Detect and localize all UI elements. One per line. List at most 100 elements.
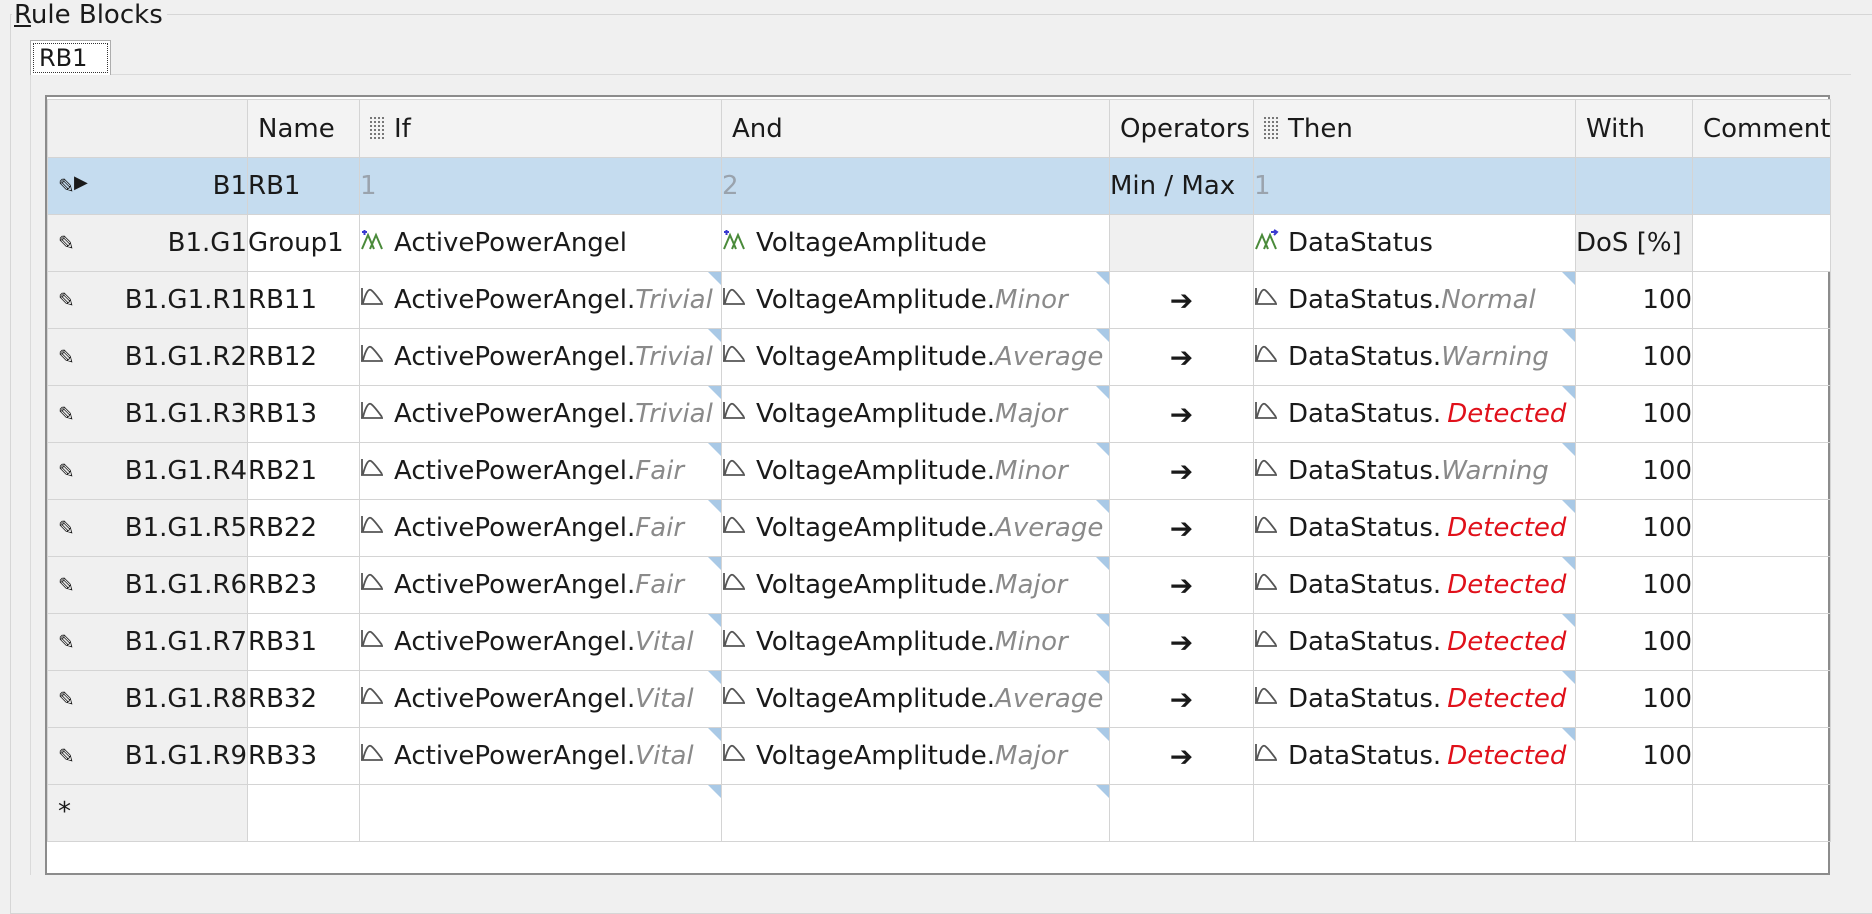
if-cell[interactable]: ActivePowerAngel.Trivial <box>359 271 722 329</box>
block-row[interactable]: ✎ ▶ B1 RB1 1 2 Min / Max 1 <box>47 157 1832 215</box>
rule-row[interactable]: ✎ B1.G1.R3 RB13 ActivePowerAngel.Trivial Vol… <box>47 385 1832 443</box>
row-id-cell[interactable]: * <box>47 784 248 842</box>
comment-cell[interactable] <box>1691 271 1832 329</box>
header-comment[interactable]: Comment <box>1691 99 1832 158</box>
header-if[interactable]: If <box>359 99 722 158</box>
with-cell[interactable]: 100 <box>1575 328 1693 386</box>
with-cell[interactable]: DoS [%] <box>1575 214 1693 272</box>
name-cell[interactable]: RB13 <box>247 385 360 443</box>
rule-row[interactable]: ✎ B1.G1.R2 RB12 ActivePowerAngel.Trivial Vol… <box>47 328 1832 386</box>
operators-cell[interactable]: ➔ <box>1109 556 1254 614</box>
rule-row[interactable]: ✎ B1.G1.R8 RB32 ActivePowerAngel.Vital Volta… <box>47 670 1832 728</box>
comment-cell[interactable] <box>1691 328 1832 386</box>
operators-cell[interactable]: ➔ <box>1109 328 1254 386</box>
operators-cell[interactable]: ➔ <box>1109 727 1254 785</box>
and-cell[interactable]: 2 <box>721 157 1110 215</box>
and-cell[interactable]: VoltageAmplitude.Minor <box>721 271 1110 329</box>
new-rule-row[interactable]: * <box>47 784 1832 842</box>
if-cell[interactable]: ActivePowerAngel.Fair <box>359 442 722 500</box>
header-then[interactable]: Then <box>1253 99 1576 158</box>
if-cell[interactable] <box>359 784 722 842</box>
with-cell[interactable]: 100 <box>1575 613 1693 671</box>
rule-row[interactable]: ✎ B1.G1.R9 RB33 ActivePowerAngel.Vital Volta… <box>47 727 1832 785</box>
name-cell[interactable]: RB11 <box>247 271 360 329</box>
and-cell[interactable]: VoltageAmplitude.Minor <box>721 613 1110 671</box>
operators-cell[interactable]: ➔ <box>1109 271 1254 329</box>
row-id-cell[interactable]: ✎ B1.G1.R5 <box>47 499 248 557</box>
operators-cell[interactable]: ➔ <box>1109 442 1254 500</box>
name-cell[interactable]: RB1 <box>247 157 360 215</box>
operators-cell[interactable]: Min / Max <box>1109 157 1254 215</box>
then-cell[interactable]: DataStatus. Detected <box>1253 613 1576 671</box>
comment-cell[interactable] <box>1691 157 1832 215</box>
then-cell[interactable]: 1 <box>1253 157 1576 215</box>
header-and[interactable]: And <box>721 99 1110 158</box>
and-cell[interactable]: VoltageAmplitude.Average <box>721 328 1110 386</box>
operators-cell[interactable] <box>1109 214 1254 272</box>
comment-cell[interactable] <box>1691 556 1832 614</box>
rule-row[interactable]: ✎ B1.G1.R6 RB23 ActivePowerAngel.Fair Voltag… <box>47 556 1832 614</box>
operators-cell[interactable]: ➔ <box>1109 613 1254 671</box>
then-cell[interactable] <box>1253 784 1576 842</box>
if-cell[interactable]: ActivePowerAngel.Trivial <box>359 328 722 386</box>
then-cell[interactable]: DataStatus.Warning <box>1253 328 1576 386</box>
name-cell[interactable]: RB21 <box>247 442 360 500</box>
rule-row[interactable]: ✎ B1.G1.R7 RB31 ActivePowerAngel.Vital Volta… <box>47 613 1832 671</box>
if-cell[interactable]: ActivePowerAngel.Trivial <box>359 385 722 443</box>
comment-cell[interactable] <box>1691 784 1832 842</box>
if-cell[interactable]: ActivePowerAngel.Fair <box>359 499 722 557</box>
comment-cell[interactable] <box>1691 442 1832 500</box>
and-cell[interactable]: VoltageAmplitude.Major <box>721 727 1110 785</box>
if-cell[interactable]: 1 <box>359 157 722 215</box>
name-cell[interactable]: RB12 <box>247 328 360 386</box>
and-cell[interactable]: VoltageAmplitude.Average <box>721 499 1110 557</box>
with-cell[interactable]: 100 <box>1575 727 1693 785</box>
and-cell[interactable]: VoltageAmplitude.Major <box>721 556 1110 614</box>
then-cell[interactable]: DataStatus.Normal <box>1253 271 1576 329</box>
row-id-cell[interactable]: ✎ B1.G1.R4 <box>47 442 248 500</box>
row-id-cell[interactable]: ✎ B1.G1.R6 <box>47 556 248 614</box>
name-cell[interactable]: Group1 <box>247 214 360 272</box>
tab-rb1[interactable]: RB1 <box>30 40 111 75</box>
rule-row[interactable]: ✎ B1.G1.R4 RB21 ActivePowerAngel.Fair Voltag… <box>47 442 1832 500</box>
row-id-cell[interactable]: ✎ B1.G1.R7 <box>47 613 248 671</box>
if-cell[interactable]: ActivePowerAngel <box>359 214 722 272</box>
then-cell[interactable]: DataStatus <box>1253 214 1576 272</box>
operators-cell[interactable]: ➔ <box>1109 499 1254 557</box>
with-cell[interactable]: 100 <box>1575 556 1693 614</box>
and-cell[interactable]: VoltageAmplitude.Major <box>721 385 1110 443</box>
header-with[interactable]: With <box>1575 99 1693 158</box>
if-cell[interactable]: ActivePowerAngel.Vital <box>359 613 722 671</box>
comment-cell[interactable] <box>1691 499 1832 557</box>
with-cell[interactable] <box>1575 157 1693 215</box>
if-cell[interactable]: ActivePowerAngel.Vital <box>359 670 722 728</box>
rule-row[interactable]: ✎ B1.G1.R5 RB22 ActivePowerAngel.Fair Voltag… <box>47 499 1832 557</box>
and-cell[interactable] <box>721 784 1110 842</box>
if-cell[interactable]: ActivePowerAngel.Fair <box>359 556 722 614</box>
and-cell[interactable]: VoltageAmplitude.Average <box>721 670 1110 728</box>
name-cell[interactable] <box>247 784 360 842</box>
operators-cell[interactable]: ➔ <box>1109 385 1254 443</box>
and-cell[interactable]: VoltageAmplitude.Minor <box>721 442 1110 500</box>
if-cell[interactable]: ActivePowerAngel.Vital <box>359 727 722 785</box>
name-cell[interactable]: RB32 <box>247 670 360 728</box>
row-id-cell[interactable]: ✎ B1.G1.R8 <box>47 670 248 728</box>
comment-cell[interactable] <box>1691 613 1832 671</box>
rule-row[interactable]: ✎ B1.G1.R1 RB11 ActivePowerAngel.Trivial Vol… <box>47 271 1832 329</box>
name-cell[interactable]: RB31 <box>247 613 360 671</box>
then-cell[interactable]: DataStatus. Detected <box>1253 727 1576 785</box>
header-operators[interactable]: Operators <box>1109 99 1254 158</box>
row-id-cell[interactable]: ✎ B1.G1.R2 <box>47 328 248 386</box>
then-cell[interactable]: DataStatus.Warning <box>1253 442 1576 500</box>
and-cell[interactable]: VoltageAmplitude <box>721 214 1110 272</box>
header-name[interactable]: Name <box>247 99 360 158</box>
name-cell[interactable]: RB33 <box>247 727 360 785</box>
row-id-cell[interactable]: ✎ ▶ B1 <box>47 157 248 215</box>
then-cell[interactable]: DataStatus. Detected <box>1253 670 1576 728</box>
with-cell[interactable]: 100 <box>1575 271 1693 329</box>
operators-cell[interactable] <box>1109 784 1254 842</box>
with-cell[interactable]: 100 <box>1575 670 1693 728</box>
row-id-cell[interactable]: ✎ B1.G1.R3 <box>47 385 248 443</box>
name-cell[interactable]: RB23 <box>247 556 360 614</box>
row-id-cell[interactable]: ✎ B1.G1.R1 <box>47 271 248 329</box>
